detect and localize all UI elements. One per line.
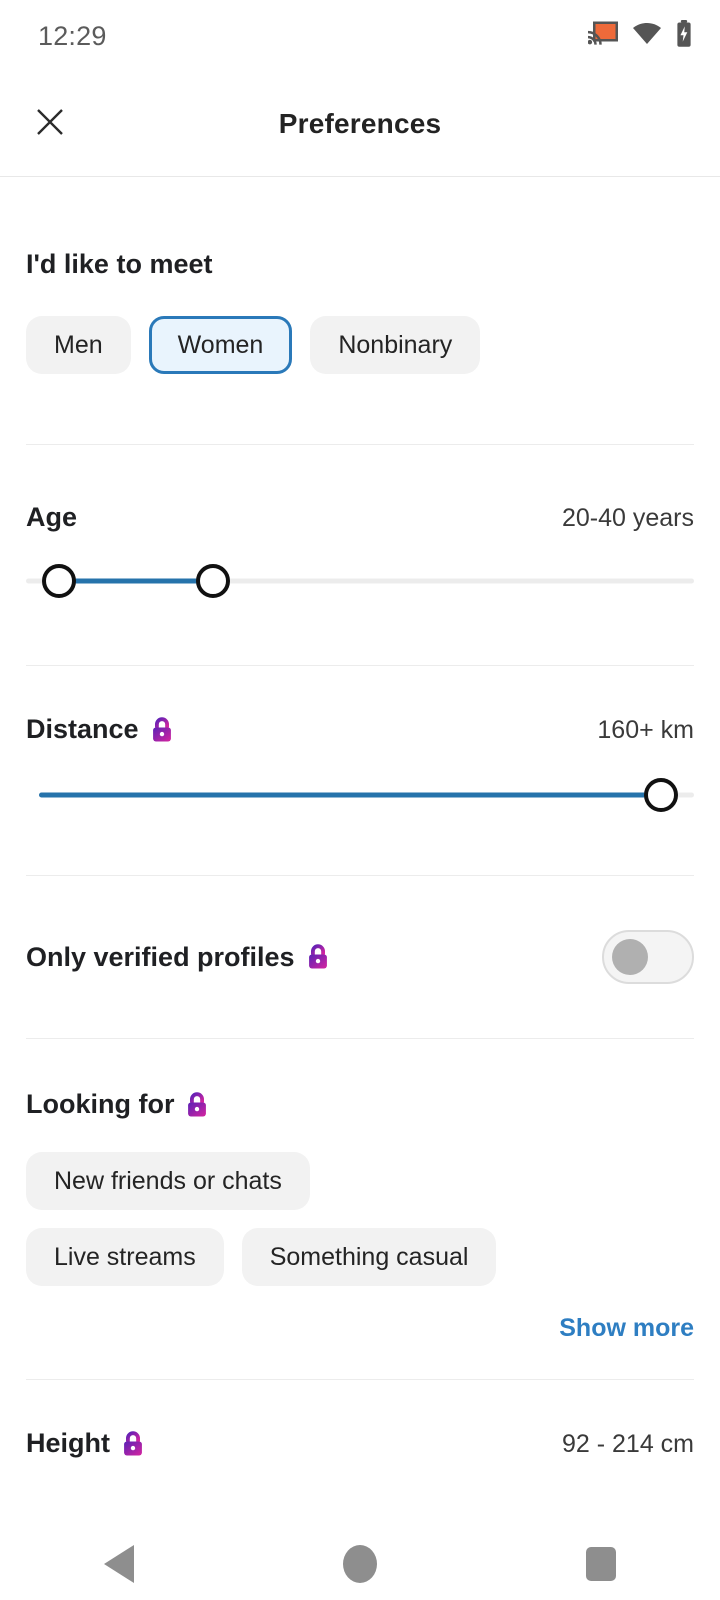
lock-icon xyxy=(149,716,175,744)
height-title: Height xyxy=(26,1428,110,1458)
meet-title: I'd like to meet xyxy=(26,249,213,279)
age-track-fill xyxy=(59,578,214,584)
distance-title: Distance xyxy=(26,714,139,744)
chip-nonbinary[interactable]: Nonbinary xyxy=(310,316,481,374)
back-triangle-icon[interactable] xyxy=(104,1545,135,1583)
section-verified: Only verified profiles xyxy=(0,876,720,1038)
lock-icon xyxy=(120,1430,146,1458)
chip-live-streams[interactable]: Live streams xyxy=(26,1228,224,1286)
chip-something-casual[interactable]: Something casual xyxy=(241,1228,497,1286)
chip-men[interactable]: Men xyxy=(26,316,131,374)
looking-for-title: Looking for xyxy=(26,1089,175,1119)
wifi-icon xyxy=(632,22,662,51)
android-navigation-bar xyxy=(0,1528,720,1600)
height-value: 92 - 214 cm xyxy=(561,1430,694,1458)
height-row-head: Height 92 - 214 cm xyxy=(26,1428,694,1459)
chip-something-casual-label: Something casual xyxy=(269,1242,469,1271)
app-header: Preferences xyxy=(0,72,720,177)
age-thumb-max[interactable] xyxy=(196,564,231,598)
lock-icon xyxy=(305,943,331,971)
chip-women-label: Women xyxy=(177,330,264,359)
status-bar: 12:29 xyxy=(0,0,720,72)
age-range-slider[interactable] xyxy=(26,559,694,603)
verified-profiles-toggle[interactable] xyxy=(602,930,694,984)
looking-for-title-group: Looking for xyxy=(26,1089,694,1120)
age-title: Age xyxy=(26,502,78,532)
preferences-screen: 12:29 Preferences I'd like to meet Men W… xyxy=(0,0,720,1600)
home-circle-icon[interactable] xyxy=(342,1545,377,1583)
recents-square-icon[interactable] xyxy=(585,1547,616,1581)
age-row-head: Age 20-40 years xyxy=(26,502,694,533)
age-value: 20-40 years xyxy=(561,504,694,532)
page-title: Preferences xyxy=(278,108,442,139)
distance-value: 160+ km xyxy=(597,716,694,744)
preferences-content: I'd like to meet Men Women Nonbinary Age… xyxy=(0,177,720,1459)
lock-icon xyxy=(184,1091,210,1119)
section-distance: Distance 160+ km xyxy=(0,666,720,875)
chip-live-streams-label: Live streams xyxy=(54,1242,196,1271)
verified-row: Only verified profiles xyxy=(26,930,694,984)
section-age: Age 20-40 years xyxy=(0,445,720,665)
chip-new-friends-label: New friends or chats xyxy=(54,1166,282,1195)
chip-nonbinary-label: Nonbinary xyxy=(338,330,453,359)
distance-track-fill xyxy=(39,792,661,798)
meet-options: Men Women Nonbinary xyxy=(26,316,694,374)
distance-title-group: Distance xyxy=(26,714,175,745)
age-thumb-min[interactable] xyxy=(42,564,77,598)
verified-title: Only verified profiles xyxy=(26,941,295,972)
distance-slider[interactable] xyxy=(26,773,694,817)
section-looking-for: Looking for New friends or chats Live st… xyxy=(0,1039,720,1379)
toggle-knob xyxy=(612,939,648,975)
battery-charging-icon xyxy=(676,19,692,53)
cast-icon xyxy=(587,21,618,52)
looking-for-options: New friends or chats Live streams Someth… xyxy=(26,1152,516,1286)
height-title-group: Height xyxy=(26,1428,146,1459)
show-more-link[interactable]: Show more xyxy=(26,1314,694,1343)
section-height: Height 92 - 214 cm xyxy=(0,1380,720,1459)
status-icon-group xyxy=(587,19,692,53)
chip-men-label: Men xyxy=(54,330,103,359)
chip-new-friends-or-chats[interactable]: New friends or chats xyxy=(26,1152,310,1210)
chip-women[interactable]: Women xyxy=(148,316,293,374)
status-time: 12:29 xyxy=(38,20,107,51)
section-meet: I'd like to meet Men Women Nonbinary xyxy=(0,177,720,444)
distance-thumb[interactable] xyxy=(643,778,678,812)
verified-title-group: Only verified profiles xyxy=(26,942,331,973)
distance-row-head: Distance 160+ km xyxy=(26,714,694,745)
